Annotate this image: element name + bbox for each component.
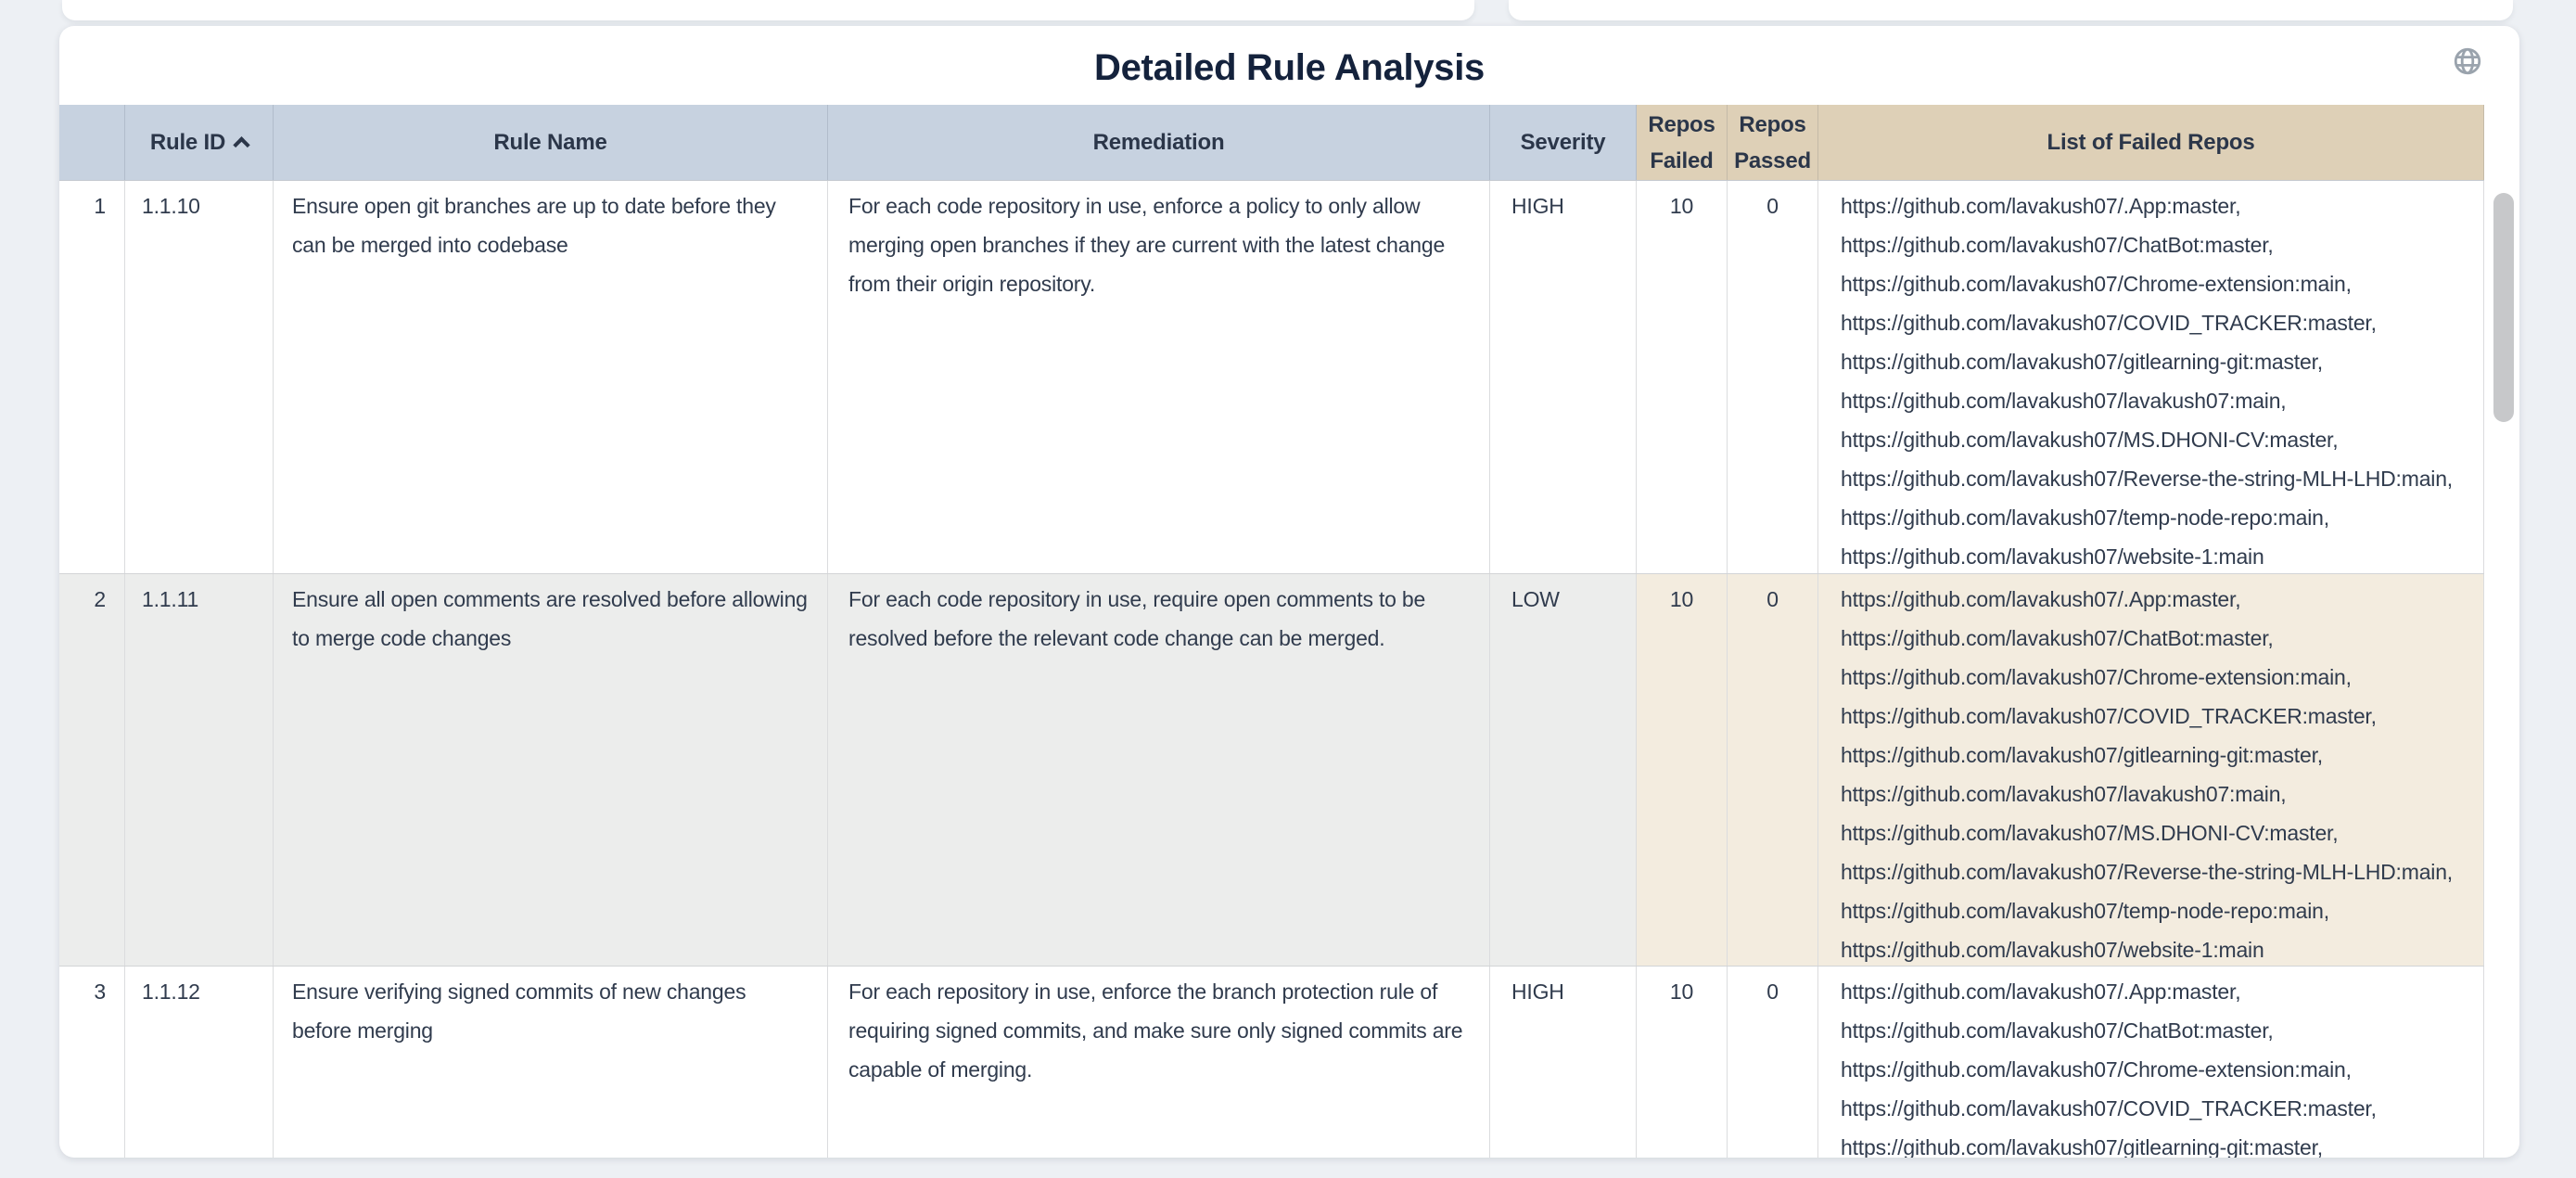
card-header: Detailed Rule Analysis bbox=[59, 26, 2519, 105]
cell-rule-name: Ensure all open comments are resolved be… bbox=[274, 574, 828, 966]
cell-repos-passed: 0 bbox=[1728, 967, 1818, 1158]
cell-row-number: 3 bbox=[59, 967, 125, 1158]
rule-analysis-table: Rule ID Rule Name Remediation Severity R… bbox=[59, 105, 2484, 1158]
page-title: Detailed Rule Analysis bbox=[1094, 42, 1485, 89]
cell-remediation: For each repository in use, enforce the … bbox=[828, 967, 1490, 1158]
header-rule-id[interactable]: Rule ID bbox=[125, 105, 274, 180]
cell-severity: LOW bbox=[1490, 574, 1637, 966]
globe-icon[interactable] bbox=[2451, 45, 2484, 78]
cell-rule-id: 1.1.10 bbox=[125, 181, 274, 573]
cell-remediation: For each code repository in use, require… bbox=[828, 574, 1490, 966]
cell-severity: HIGH bbox=[1490, 181, 1637, 573]
cell-repos-failed: 10 bbox=[1637, 181, 1728, 573]
header-severity[interactable]: Severity bbox=[1490, 105, 1637, 180]
cell-rule-id: 1.1.12 bbox=[125, 967, 274, 1158]
table-row: 3 1.1.12 Ensure verifying signed commits… bbox=[59, 967, 2484, 1158]
sort-ascending-icon[interactable] bbox=[233, 136, 249, 153]
table-row: 1 1.1.10 Ensure open git branches are up… bbox=[59, 181, 2484, 574]
cell-repos-failed: 10 bbox=[1637, 967, 1728, 1158]
table-header-row: Rule ID Rule Name Remediation Severity R… bbox=[59, 105, 2484, 181]
cell-row-number: 1 bbox=[59, 181, 125, 573]
header-rule-name[interactable]: Rule Name bbox=[274, 105, 828, 180]
header-repos-failed[interactable]: Repos Failed bbox=[1637, 105, 1728, 180]
cell-failed-repos: https://github.com/lavakush07/.App:maste… bbox=[1818, 967, 2484, 1158]
cell-severity: HIGH bbox=[1490, 967, 1637, 1158]
previous-section-card-right bbox=[1509, 0, 2513, 20]
cell-rule-name: Ensure open git branches are up to date … bbox=[274, 181, 828, 573]
header-failed-repos-list[interactable]: List of Failed Repos bbox=[1818, 105, 2484, 180]
detailed-rule-analysis-card: Detailed Rule Analysis Rule ID Rule Name… bbox=[59, 26, 2519, 1158]
table-row: 2 1.1.11 Ensure all open comments are re… bbox=[59, 574, 2484, 967]
previous-section-card-left bbox=[62, 0, 1474, 20]
header-row-number bbox=[59, 105, 125, 180]
cell-rule-id: 1.1.11 bbox=[125, 574, 274, 966]
cell-repos-failed: 10 bbox=[1637, 574, 1728, 966]
cell-repos-passed: 0 bbox=[1728, 574, 1818, 966]
header-repos-passed[interactable]: Repos Passed bbox=[1728, 105, 1818, 180]
header-rule-id-label: Rule ID bbox=[150, 124, 225, 160]
vertical-scrollbar-thumb[interactable] bbox=[2493, 193, 2514, 422]
cell-failed-repos: https://github.com/lavakush07/.App:maste… bbox=[1818, 181, 2484, 573]
cell-row-number: 2 bbox=[59, 574, 125, 966]
cell-failed-repos: https://github.com/lavakush07/.App:maste… bbox=[1818, 574, 2484, 966]
header-remediation[interactable]: Remediation bbox=[828, 105, 1490, 180]
cell-rule-name: Ensure verifying signed commits of new c… bbox=[274, 967, 828, 1158]
cell-remediation: For each code repository in use, enforce… bbox=[828, 181, 1490, 573]
cell-repos-passed: 0 bbox=[1728, 181, 1818, 573]
